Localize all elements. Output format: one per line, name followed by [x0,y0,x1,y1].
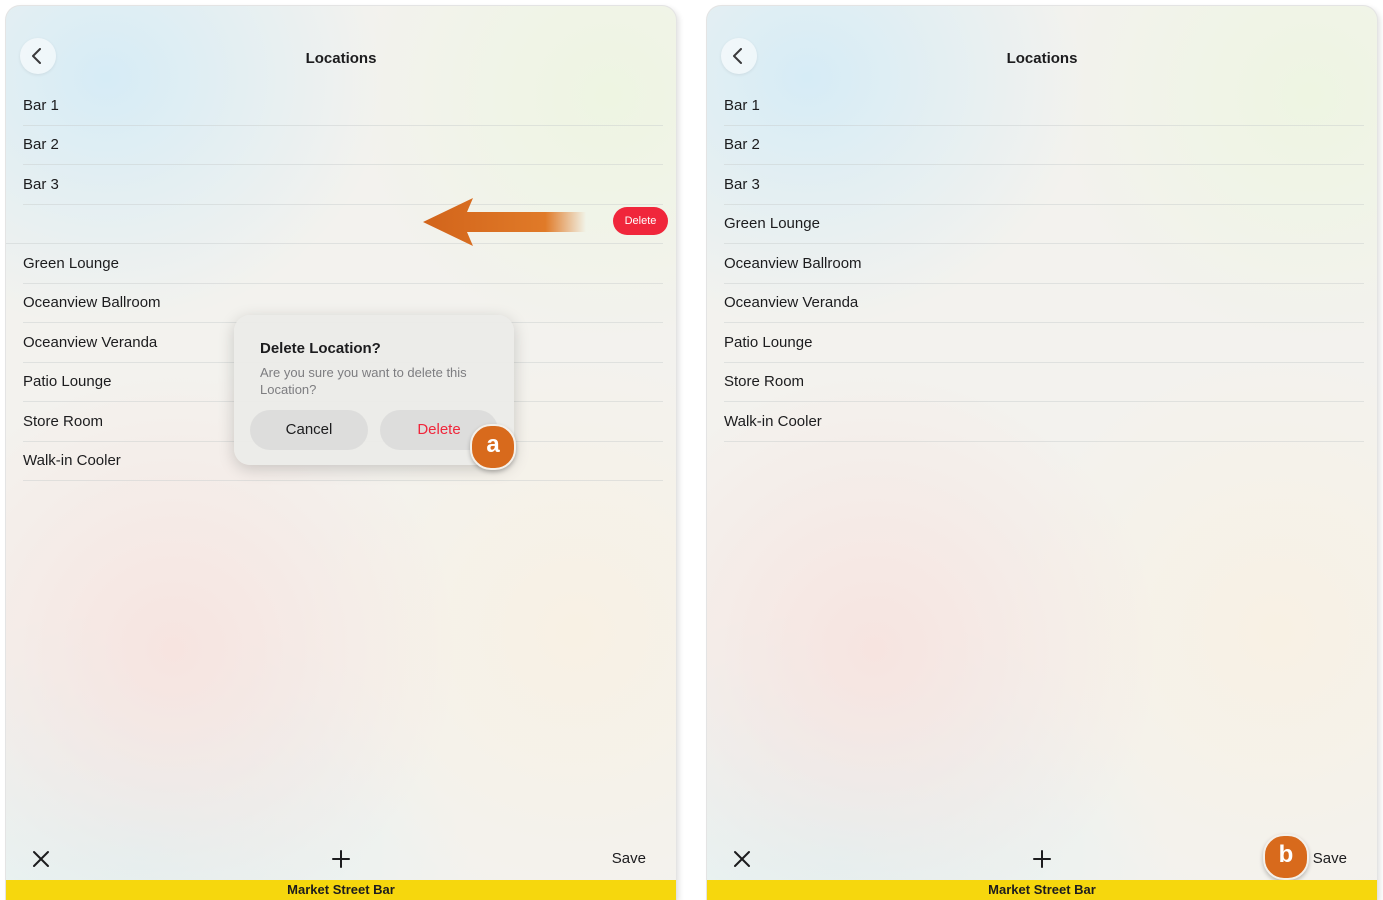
list-item-label: Oceanview Veranda [724,294,859,312]
venue-bar: Market Street Bar [6,880,676,900]
list-item[interactable]: Bar 1 [23,86,663,126]
list-item-label: Bar 2 [724,136,760,154]
list-item-label: Bar 2 [23,136,59,154]
list-item[interactable]: Bar 3 [724,165,1364,205]
list-item-label: Store Room [724,373,805,391]
page-title: Locations [1006,50,1078,67]
list-item[interactable]: Bar 2 [724,126,1364,165]
list-item[interactable]: Store Room [724,363,1364,402]
list-item[interactable]: Walk-in Cooler [724,402,1364,442]
close-button[interactable] [28,846,54,872]
list-item[interactable]: Bar 1 [724,86,1364,126]
dialog-message: Are you sure you want to delete this Loc… [260,365,467,397]
list-item-label: Bar 1 [23,96,59,114]
list-item[interactable]: Oceanview Ballroom [724,244,1364,284]
list-item[interactable]: Green Lounge [724,205,1364,244]
close-icon [33,851,49,867]
locations-screen-before: Locations Bar 1 Bar 2 Bar 3 Green Lounge… [6,6,676,900]
list-item[interactable]: Bar 2 [23,126,663,165]
list-item[interactable]: Oceanview Veranda [724,284,1364,323]
plus-icon [332,850,350,868]
locations-screen-after: Locations Bar 1 Bar 2 Bar 3 Green Lounge… [707,6,1377,900]
save-button[interactable]: Save [612,850,646,867]
page-title: Locations [305,50,377,67]
close-button[interactable] [729,846,755,872]
venue-bar: Market Street Bar [707,880,1377,900]
list-item-label: Walk-in Cooler [724,412,822,430]
list-item-label: Bar 3 [23,175,59,193]
dialog-title: Delete Location? [260,340,381,357]
locations-list: Bar 1 Bar 2 Bar 3 Green Lounge Oceanview… [724,86,1364,442]
venue-name: Market Street Bar [287,882,395,897]
list-item-label: Walk-in Cooler [23,452,121,470]
list-item[interactable]: Patio Lounge [724,323,1364,363]
list-item-label: Green Lounge [23,254,119,272]
cancel-button[interactable]: Cancel [250,410,368,450]
list-item-label: Oceanview Ballroom [724,254,862,272]
list-item-label: Patio Lounge [724,333,813,351]
list-item-label: Oceanview Ballroom [23,294,161,312]
close-icon [734,851,750,867]
plus-icon [1033,850,1051,868]
left-arrow-annotation [423,198,586,246]
list-item-label: Bar 3 [724,175,760,193]
add-location-button[interactable] [328,846,354,872]
list-item-label: Bar 1 [724,96,760,114]
list-item-label: Store Room [23,412,104,430]
annotation-badge-a: a [470,424,516,470]
venue-name: Market Street Bar [988,882,1096,897]
annotation-badge-b: b [1263,834,1309,880]
save-button[interactable]: Save [1313,850,1347,867]
list-item-label: Green Lounge [724,215,820,233]
list-item-label: Patio Lounge [23,373,112,391]
list-item-label: Oceanview Veranda [23,333,158,351]
add-location-button[interactable] [1029,846,1055,872]
list-item[interactable]: Green Lounge [23,244,663,284]
swipe-delete-button[interactable]: Delete [613,207,668,235]
